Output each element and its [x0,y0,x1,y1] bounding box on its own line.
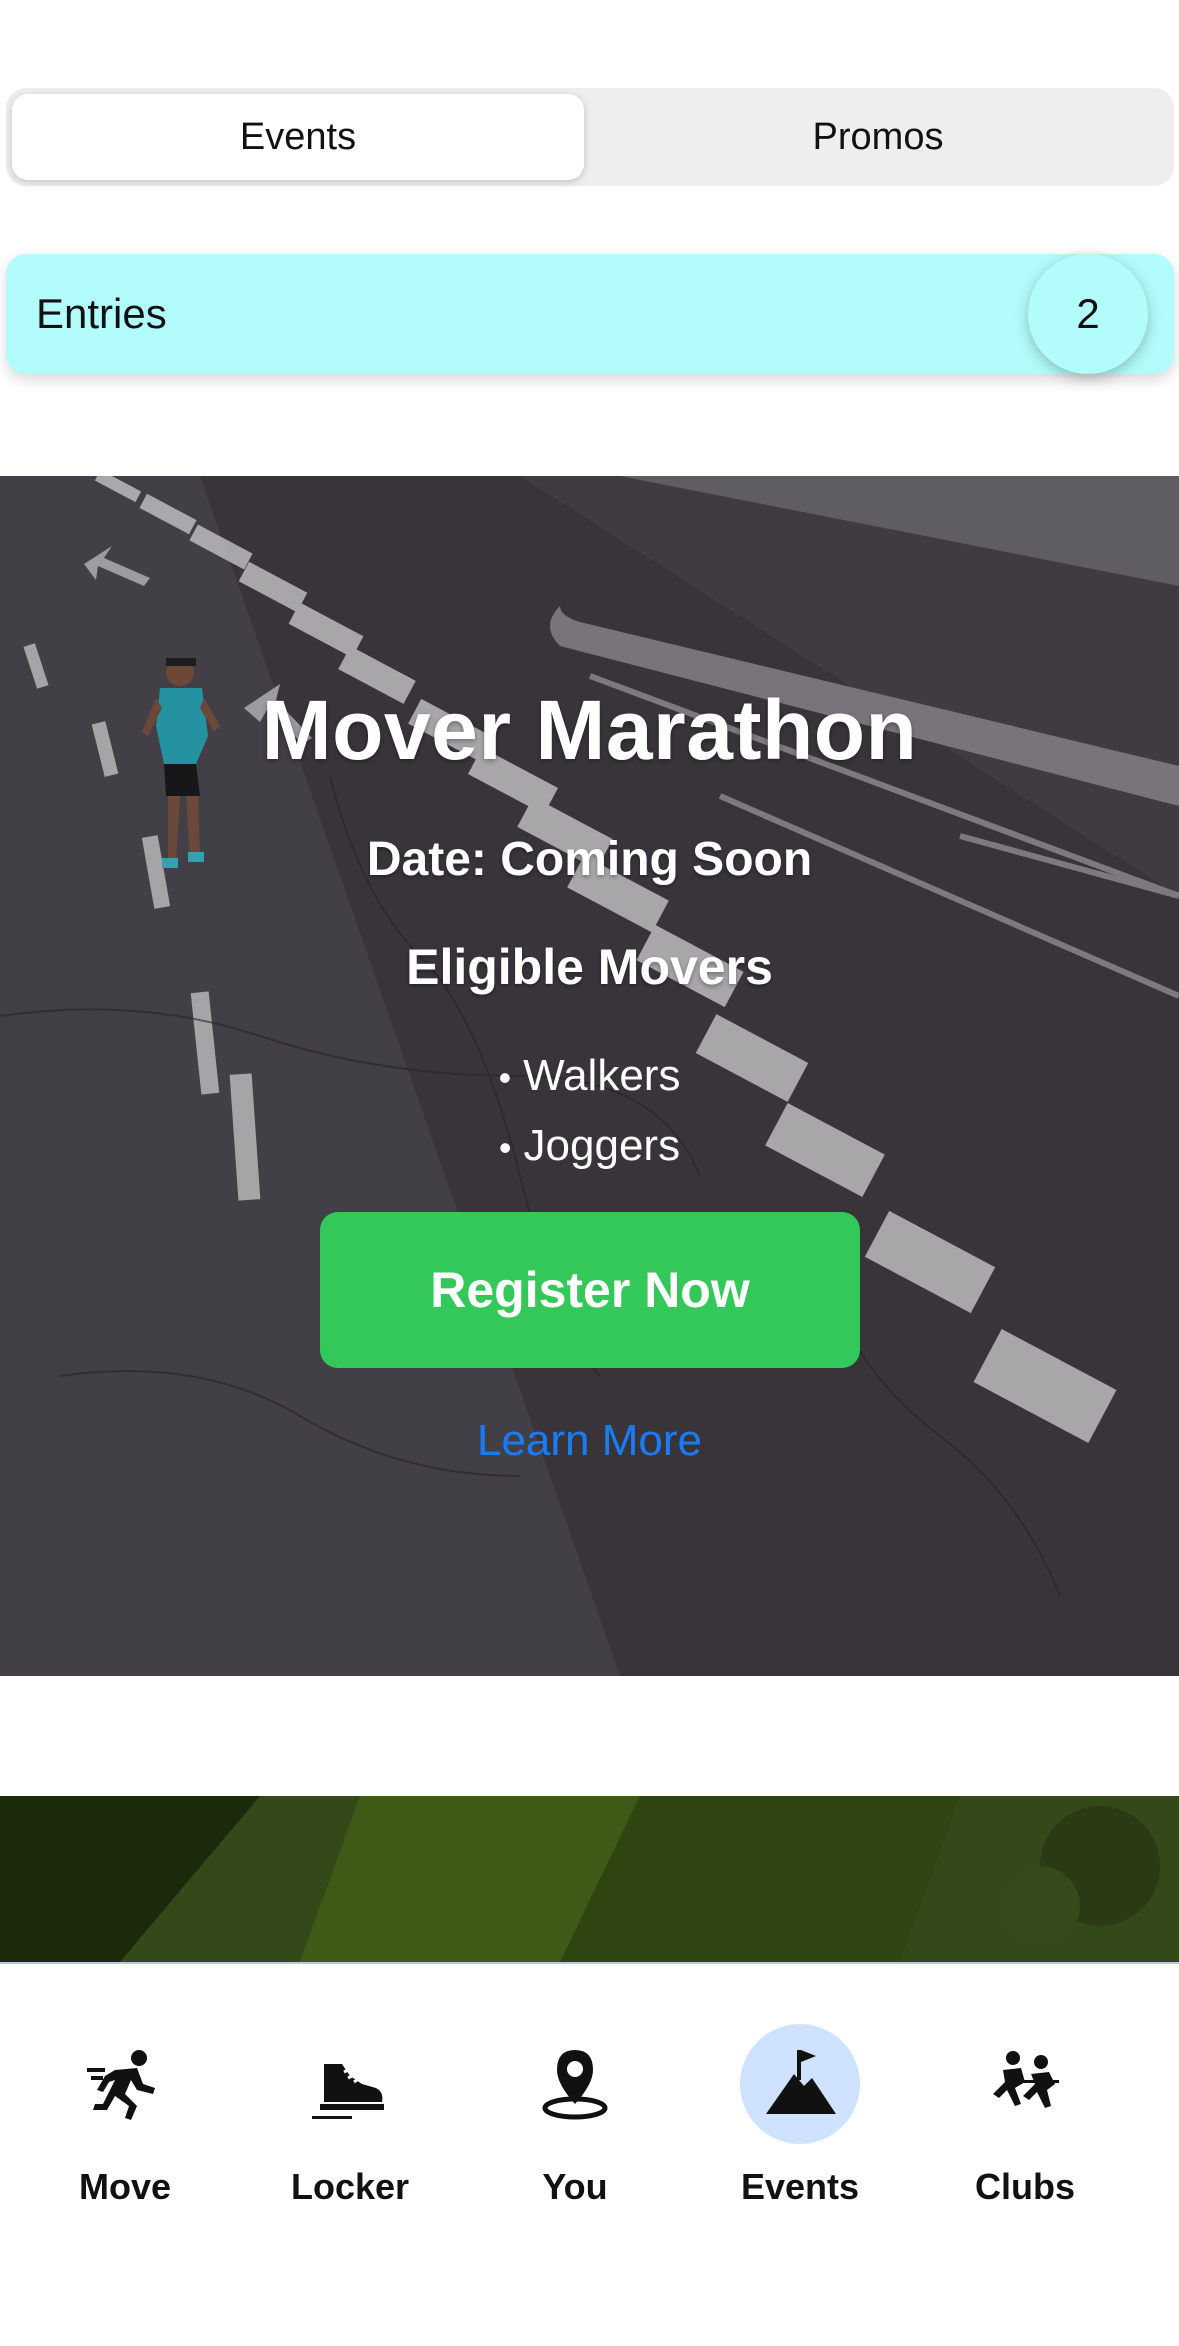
entries-bar[interactable]: Entries 2 [6,254,1174,374]
tab-label-clubs: Clubs [974,2166,1075,2207]
tab-locker[interactable]: Locker [270,2024,430,2244]
event-card-next[interactable] [0,1796,1179,1962]
tab-move[interactable]: Move [45,2024,205,2244]
grass-background-image [0,1796,1179,1962]
segment-events[interactable]: Events [12,94,584,180]
tab-clubs[interactable]: Clubs [945,2024,1105,2244]
segment-promos[interactable]: Promos [592,94,1164,180]
learn-more-link[interactable]: Learn More [0,1416,1179,1466]
tab-you[interactable]: You [495,2024,655,2244]
event-card-mover-marathon: Mover Marathon Date: Coming Soon Eligibl… [0,476,1179,1676]
list-item: • Joggers [498,1121,681,1170]
running-person-icon [65,2024,185,2144]
location-pin-icon [515,2024,635,2144]
events-promos-segmented-control: Events Promos [6,88,1174,186]
register-now-button[interactable]: Register Now [320,1212,860,1368]
entries-count-badge: 2 [1028,254,1148,374]
event-date: Date: Coming Soon [366,833,813,886]
entries-label: Entries [36,290,167,337]
eligible-movers-list: • Walkers • Joggers [0,1042,1179,1182]
event-title: Mover Marathon [261,683,918,777]
list-item: • Walkers [498,1051,681,1100]
tab-label-locker: Locker [290,2166,410,2207]
sneaker-icon [290,2024,410,2144]
bottom-tab-bar: Move Locker You Events Clubs [0,1962,1179,2346]
tab-label-move: Move [78,2166,172,2207]
event-card-content: Mover Marathon Date: Coming Soon Eligibl… [0,476,1179,1676]
group-running-icon [965,2024,1085,2144]
tab-label-you: You [542,2166,608,2207]
tab-label-events: Events [740,2166,860,2207]
mountain-flag-icon [740,2024,860,2144]
eligible-movers-heading: Eligible Movers [406,939,773,995]
tab-events[interactable]: Events [720,2024,880,2244]
